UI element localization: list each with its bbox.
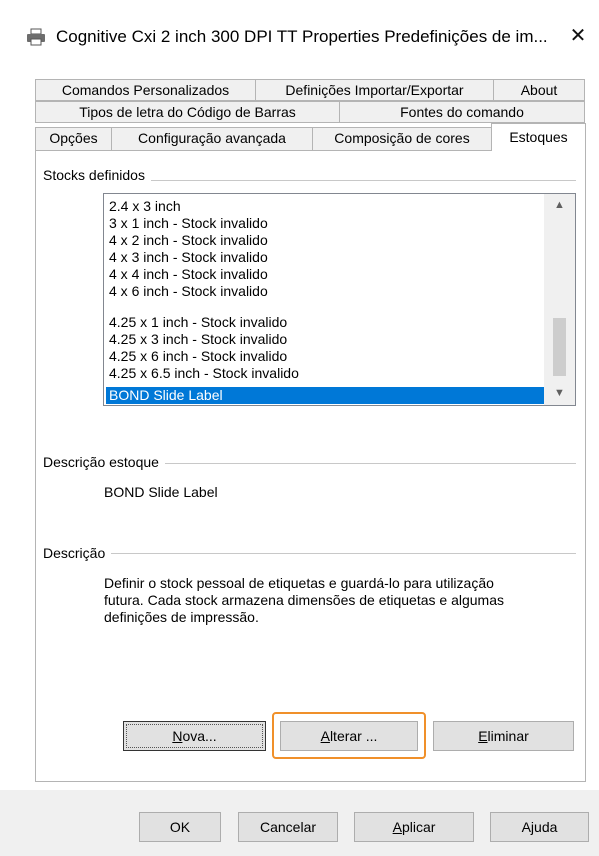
stock-item[interactable]: 4.25 x 6.5 inch - Stock invalido <box>106 365 546 382</box>
stocks-group-label: Stocks definidos <box>43 167 151 183</box>
tab-fontes-do-comando[interactable]: Fontes do comando <box>339 101 585 123</box>
scroll-down-icon[interactable]: ▼ <box>544 385 575 402</box>
stock-item-selected[interactable]: BOND Slide Label <box>106 387 546 404</box>
tab-comandos-personalizados[interactable]: Comandos Personalizados <box>35 79 256 101</box>
tab-estoques[interactable]: Estoques <box>491 123 586 151</box>
stock-item[interactable]: 4.25 x 1 inch - Stock invalido <box>106 314 546 331</box>
tab-configuracao-avancada[interactable]: Configuração avançada <box>111 127 313 151</box>
apply-button[interactable]: Aplicar <box>354 812 474 842</box>
tab-definicoes-importar-exportar[interactable]: Definições Importar/Exportar <box>255 79 494 101</box>
new-button[interactable]: Nova... <box>123 721 266 751</box>
description-line: definições de impressão. <box>104 609 259 625</box>
scroll-up-icon[interactable]: ▲ <box>544 197 575 214</box>
stocks-scrollbar[interactable]: ▲ ▼ <box>544 194 575 405</box>
description-label: Descrição <box>43 545 112 561</box>
tab-tipos-de-letra-codigo-barras[interactable]: Tipos de letra do Código de Barras <box>35 101 340 123</box>
stock-item[interactable]: 4.25 x 6 inch - Stock invalido <box>106 348 546 365</box>
stock-description-label: Descrição estoque <box>43 454 165 470</box>
stock-item[interactable]: 4 x 6 inch - Stock invalido <box>106 283 546 300</box>
tab-about[interactable]: About <box>493 79 585 101</box>
description-line: futura. Cada stock armazena dimensões de… <box>104 592 505 608</box>
printer-icon <box>27 28 45 46</box>
scroll-thumb[interactable] <box>553 318 566 376</box>
stock-item[interactable]: 2.4 x 3 inch <box>106 198 546 215</box>
stock-item[interactable]: 4 x 3 inch - Stock invalido <box>106 249 546 266</box>
tab-composicao-de-cores[interactable]: Composição de cores <box>312 127 492 151</box>
tab-opcoes[interactable]: Opções <box>35 127 112 151</box>
description-group-line <box>60 553 576 554</box>
close-icon[interactable]: ✕ <box>564 22 592 50</box>
help-button[interactable]: Ajuda <box>490 812 589 842</box>
stocks-listbox[interactable]: 2.4 x 3 inch 3 x 1 inch - Stock invalido… <box>103 193 576 406</box>
description-line: Definir o stock pessoal de etiquetas e g… <box>104 575 494 591</box>
stock-item[interactable]: 3 x 1 inch - Stock invalido <box>106 215 546 232</box>
stock-item[interactable]: 4 x 2 inch - Stock invalido <box>106 232 546 249</box>
delete-button[interactable]: Eliminar <box>433 721 574 751</box>
cancel-button[interactable]: Cancelar <box>238 812 338 842</box>
window-title: Cognitive Cxi 2 inch 300 DPI TT Properti… <box>56 27 548 46</box>
stock-item[interactable]: 4.25 x 3 inch - Stock invalido <box>106 331 546 348</box>
stock-description-value: BOND Slide Label <box>104 484 218 500</box>
description-text: Definir o stock pessoal de etiquetas e g… <box>104 575 504 626</box>
stock-item[interactable]: 4 x 4 inch - Stock invalido <box>106 266 546 283</box>
edit-button[interactable]: Alterar ... <box>280 721 418 751</box>
ok-button[interactable]: OK <box>139 812 221 842</box>
